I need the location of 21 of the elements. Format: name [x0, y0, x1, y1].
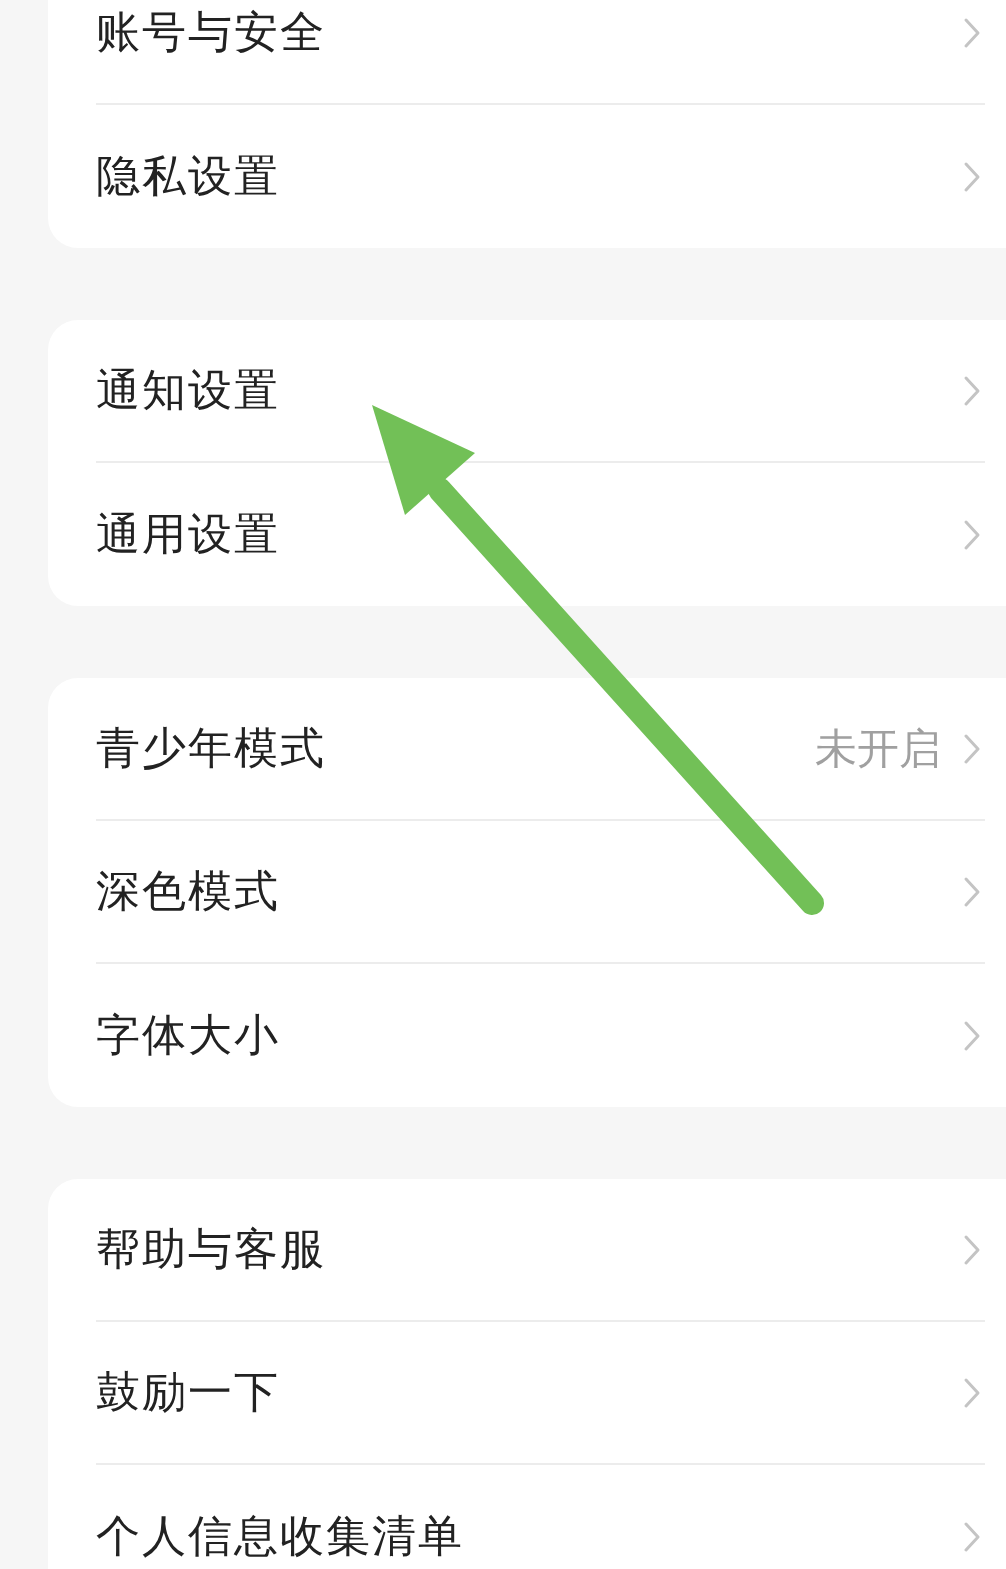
chevron-right-icon — [963, 16, 981, 49]
chevron-right-icon — [963, 875, 981, 908]
setting-label[interactable]: 帮助与客服 — [96, 1220, 963, 1279]
chevron-right-icon — [963, 374, 981, 407]
setting-label[interactable]: 鼓励一下 — [96, 1363, 963, 1422]
setting-label[interactable]: 通用设置 — [96, 505, 963, 564]
chevron-right-icon — [963, 1376, 981, 1409]
setting-label[interactable]: 账号与安全 — [96, 3, 963, 62]
chevron-right-icon — [963, 518, 981, 551]
chevron-right-icon — [963, 160, 981, 193]
setting-label[interactable]: 青少年模式 — [96, 719, 815, 778]
chevron-right-icon — [963, 1233, 981, 1266]
setting-value: 未开启 — [815, 722, 941, 775]
setting-label[interactable]: 隐私设置 — [96, 147, 963, 206]
chevron-right-icon — [963, 1019, 981, 1052]
chevron-right-icon — [963, 1520, 981, 1553]
setting-label[interactable]: 通知设置 — [96, 361, 963, 420]
setting-label[interactable]: 深色模式 — [96, 862, 963, 921]
setting-label[interactable]: 字体大小 — [96, 1006, 963, 1065]
setting-label[interactable]: 个人信息收集清单 — [96, 1507, 963, 1566]
chevron-right-icon — [963, 732, 981, 765]
